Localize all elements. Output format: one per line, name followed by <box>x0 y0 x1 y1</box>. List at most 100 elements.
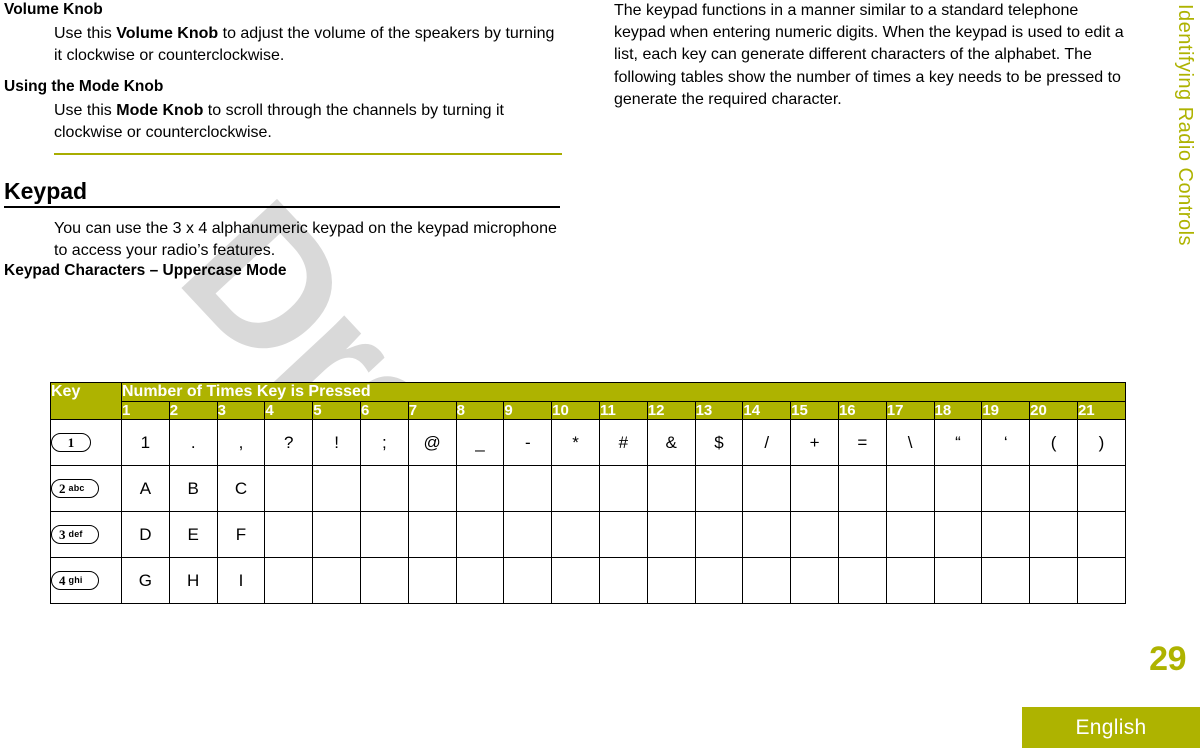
keypad-character-cell <box>264 557 314 604</box>
keypad-character-cell <box>503 465 553 512</box>
keypad-character-cell: I <box>216 557 266 604</box>
keypad-character-cell <box>933 465 983 512</box>
keypad-character-cell <box>407 465 457 512</box>
keypad-character-cell <box>885 511 935 558</box>
keypad-character-cell <box>359 465 409 512</box>
keypad-character-cell <box>312 511 361 558</box>
keypad-key-cell: 2 abc <box>50 465 122 512</box>
keypad-character-cell <box>264 511 314 558</box>
volume-text-bold: Volume Knob <box>116 25 219 43</box>
keypad-character-cell: # <box>598 419 648 466</box>
header-press-count-11: 11 <box>598 401 648 420</box>
right-column: The keypad functions in a manner similar… <box>614 0 1124 111</box>
header-press-count-9: 9 <box>503 401 553 420</box>
header-press-count-13: 13 <box>694 401 744 420</box>
table-head: Key Number of Times Key is Pressed 12345… <box>50 382 1127 420</box>
keypad-character-cell: ( <box>1029 419 1078 466</box>
key-1-icon: 1 <box>51 433 91 452</box>
keypad-character-cell <box>790 465 839 512</box>
table-row: 4 ghi G H I <box>50 557 1127 604</box>
keypad-character-cell <box>742 511 792 558</box>
keypad-characters-table-container: Key Number of Times Key is Pressed 12345… <box>50 382 1127 604</box>
keypad-character-cell <box>981 511 1031 558</box>
table-row: 3 def D E F <box>50 511 1127 558</box>
keypad-character-cell <box>981 465 1031 512</box>
keypad-character-cell <box>312 465 361 512</box>
header-press-count-20: 20 <box>1029 401 1078 420</box>
keypad-character-cell <box>503 557 553 604</box>
keypad-character-cell: H <box>168 557 218 604</box>
keypad-character-cell: , <box>216 419 266 466</box>
header-press-count-10: 10 <box>551 401 600 420</box>
keypad-character-cell: & <box>646 419 696 466</box>
keypad-character-cell <box>646 465 696 512</box>
keypad-character-cell <box>837 465 887 512</box>
table-header-row-titles: Key Number of Times Key is Pressed <box>50 382 1126 420</box>
table-row: 2 abc A B C <box>50 465 1127 512</box>
keypad-character-cell: ? <box>264 419 314 466</box>
keypad-character-cell <box>503 511 553 558</box>
keypad-key-cell: 4 ghi <box>50 557 122 604</box>
keypad-character-cell: “ <box>933 419 983 466</box>
key-4-ghi-icon: 4 ghi <box>51 571 99 590</box>
keypad-character-cell <box>1076 557 1127 604</box>
keypad-chapter-heading: Keypad <box>4 178 88 205</box>
key-number: 4 <box>59 573 66 588</box>
header-press-count-17: 17 <box>885 401 935 420</box>
key-letters: def <box>68 529 83 539</box>
keypad-character-cell <box>1029 557 1078 604</box>
keypad-character-cell <box>837 557 887 604</box>
keypad-character-cell: \ <box>885 419 935 466</box>
keypad-character-cell <box>694 465 744 512</box>
keypad-character-cell: D <box>121 511 170 558</box>
mode-text-bold: Mode Knob <box>116 101 204 119</box>
heading-underline <box>4 206 560 209</box>
header-press-count-7: 7 <box>407 401 457 420</box>
keypad-character-cell <box>885 465 935 512</box>
keypad-character-cell <box>1076 465 1127 512</box>
keypad-character-cell <box>551 511 600 558</box>
keypad-character-cell: = <box>837 419 887 466</box>
keypad-character-cell: ‘ <box>981 419 1031 466</box>
volume-knob-paragraph: Use this Volume Knob to adjust the volum… <box>4 23 564 66</box>
header-number-of-times: Number of Times Key is Pressed <box>121 382 1126 402</box>
header-press-count-3: 3 <box>216 401 266 420</box>
keypad-character-cell <box>1076 511 1127 558</box>
keypad-key-cell: 3 def <box>50 511 122 558</box>
keypad-character-cell: C <box>216 465 266 512</box>
key-letters: abc <box>68 483 85 493</box>
key-letters: ghi <box>68 575 83 585</box>
left-column: Volume Knob Use this Volume Knob to adju… <box>4 0 564 280</box>
keypad-character-cell <box>598 557 648 604</box>
keypad-character-cell: . <box>168 419 218 466</box>
mode-text-prefix: Use this <box>54 101 117 119</box>
table-body: 1 1.,?!; @ _ - * # & $ / + = \ “‘() 2 abc A B C 3 def D E F 4 ghi… <box>50 419 1127 604</box>
keypad-character-cell <box>598 511 648 558</box>
header-press-count-15: 15 <box>790 401 839 420</box>
keypad-character-cell <box>551 557 600 604</box>
keypad-character-cell: G <box>121 557 170 604</box>
keypad-character-cell <box>455 557 505 604</box>
table-row: 1 1.,?!; @ _ - * # & $ / + = \ “‘() <box>50 419 1127 466</box>
key-number: 1 <box>67 435 75 450</box>
key-number: 2 <box>59 481 66 496</box>
keypad-character-cell: F <box>216 511 266 558</box>
key-2-abc-icon: 2 abc <box>51 479 99 498</box>
header-press-count-19: 19 <box>981 401 1031 420</box>
keypad-intro-paragraph: You can use the 3 x 4 alphanumeric keypa… <box>54 220 557 260</box>
keypad-table-title: Keypad Characters – Uppercase Mode <box>4 261 287 279</box>
keypad-character-cell <box>407 557 457 604</box>
keypad-character-cell: ! <box>312 419 361 466</box>
keypad-character-cell: $ <box>694 419 744 466</box>
keypad-character-cell: - <box>503 419 553 466</box>
keypad-character-cell <box>312 557 361 604</box>
header-key: Key <box>50 382 122 420</box>
mode-knob-paragraph: Use this Mode Knob to scroll through the… <box>4 100 564 143</box>
keypad-character-cell <box>933 557 983 604</box>
keypad-character-cell: _ <box>455 419 505 466</box>
header-press-count-18: 18 <box>933 401 983 420</box>
keypad-character-cell <box>694 511 744 558</box>
keypad-character-cell <box>837 511 887 558</box>
page-number: 29 <box>1149 640 1186 678</box>
keypad-character-cell <box>598 465 648 512</box>
